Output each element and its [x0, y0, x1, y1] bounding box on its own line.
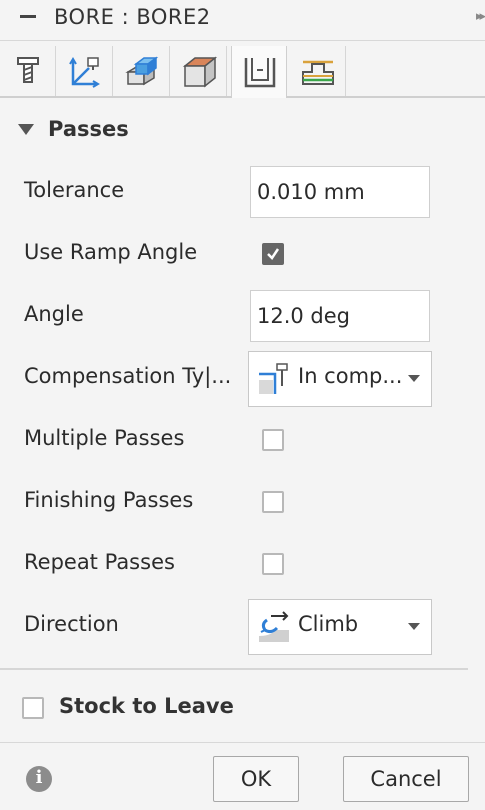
chevron-down-icon — [408, 623, 420, 630]
direction-label: Direction — [24, 612, 119, 636]
tolerance-label: Tolerance — [24, 178, 125, 202]
tab-heights[interactable] — [114, 46, 170, 96]
dialog-title: BORE : BORE2 — [54, 5, 211, 29]
minus-icon[interactable] — [20, 15, 36, 18]
repeat-passes-checkbox[interactable] — [262, 553, 284, 575]
geometry-axes-icon — [69, 57, 100, 88]
tab-linking[interactable] — [290, 46, 346, 96]
finishing-passes-label: Finishing Passes — [24, 488, 194, 512]
tab-stock[interactable] — [171, 46, 227, 96]
compensation-type-label: Compensation Ty|... — [24, 364, 232, 388]
tolerance-input[interactable] — [250, 166, 430, 218]
tab-geometry[interactable] — [57, 46, 113, 96]
passes-section-title: Passes — [48, 117, 129, 141]
tool-icon — [17, 57, 39, 83]
stock-to-leave-section-title[interactable]: Stock to Leave — [59, 694, 234, 718]
linking-icon — [302, 60, 334, 85]
direction-dropdown[interactable]: Climb — [248, 599, 432, 655]
compensation-type-dropdown[interactable]: In comp... — [248, 351, 432, 407]
checkmark-icon — [267, 248, 280, 260]
multiple-passes-label: Multiple Passes — [24, 426, 185, 450]
passes-icon — [244, 58, 276, 88]
collapse-triangle-icon[interactable] — [18, 124, 34, 135]
cancel-button[interactable]: Cancel — [343, 756, 469, 802]
dialog-title-bar: BORE : BORE2 ▸▸ — [0, 0, 485, 38]
compensation-in-computer-icon — [259, 363, 288, 394]
heights-box-icon — [125, 56, 159, 86]
angle-input[interactable] — [250, 290, 430, 342]
stock-to-leave-checkbox[interactable] — [22, 697, 44, 719]
footer-divider — [0, 742, 485, 743]
info-icon[interactable]: i — [26, 766, 52, 792]
finishing-passes-checkbox[interactable] — [262, 491, 284, 513]
use-ramp-angle-checkbox[interactable] — [262, 243, 284, 265]
double-chevron-right-icon[interactable]: ▸▸ — [476, 9, 485, 24]
info-glyph: i — [35, 767, 43, 788]
use-ramp-angle-label: Use Ramp Angle — [24, 240, 198, 264]
tab-tool[interactable] — [0, 46, 56, 96]
chevron-down-icon — [408, 375, 420, 382]
stock-box-icon — [182, 56, 217, 88]
section-divider — [0, 668, 468, 670]
angle-label: Angle — [24, 302, 84, 326]
direction-value: Climb — [298, 612, 359, 636]
climb-direction-icon — [259, 611, 289, 642]
compensation-type-value: In comp... — [298, 364, 403, 388]
ok-button[interactable]: OK — [213, 756, 299, 802]
multiple-passes-checkbox[interactable] — [262, 429, 284, 451]
repeat-passes-label: Repeat Passes — [24, 550, 175, 574]
tab-passes[interactable] — [231, 46, 287, 98]
